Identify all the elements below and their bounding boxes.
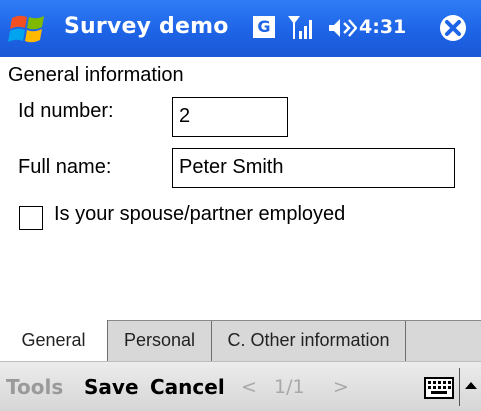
keyboard-icon[interactable] [424,377,454,399]
app-title: Survey demo [64,14,229,39]
g-icon[interactable]: G [253,16,275,38]
menu-separator [459,368,460,406]
menu-bar: Tools Save Cancel < 1/1 > [0,361,481,411]
next-page-button[interactable]: > [333,376,349,398]
id-number-label: Id number: [18,100,114,122]
tab-strip: General Personal C. Other information [0,320,481,362]
signal-icon[interactable] [287,13,317,41]
cancel-button[interactable]: Cancel [150,375,225,399]
tools-menu[interactable]: Tools [6,375,63,399]
page-indicator: 1/1 [274,376,305,398]
save-button[interactable]: Save [84,375,139,399]
tab-other-information[interactable]: C. Other information [212,321,406,361]
spouse-employed-label[interactable]: Is your spouse/partner employed [54,203,345,226]
previous-page-button[interactable]: < [241,376,257,398]
full-name-label: Full name: [18,156,112,178]
volume-icon[interactable] [327,16,357,40]
close-icon[interactable] [438,13,468,43]
spouse-employed-checkbox[interactable] [19,206,43,230]
title-bar: Survey demo G 4:31 [0,0,481,57]
tab-general[interactable]: General [0,320,108,362]
tab-personal[interactable]: Personal [108,321,212,361]
id-number-field[interactable]: 2 [172,97,288,137]
section-title: General information [8,64,184,86]
sip-up-arrow-icon[interactable] [464,380,478,390]
clock[interactable]: 4:31 [359,16,406,38]
windows-start-icon[interactable] [6,8,52,50]
full-name-field[interactable]: Peter Smith [172,148,455,188]
